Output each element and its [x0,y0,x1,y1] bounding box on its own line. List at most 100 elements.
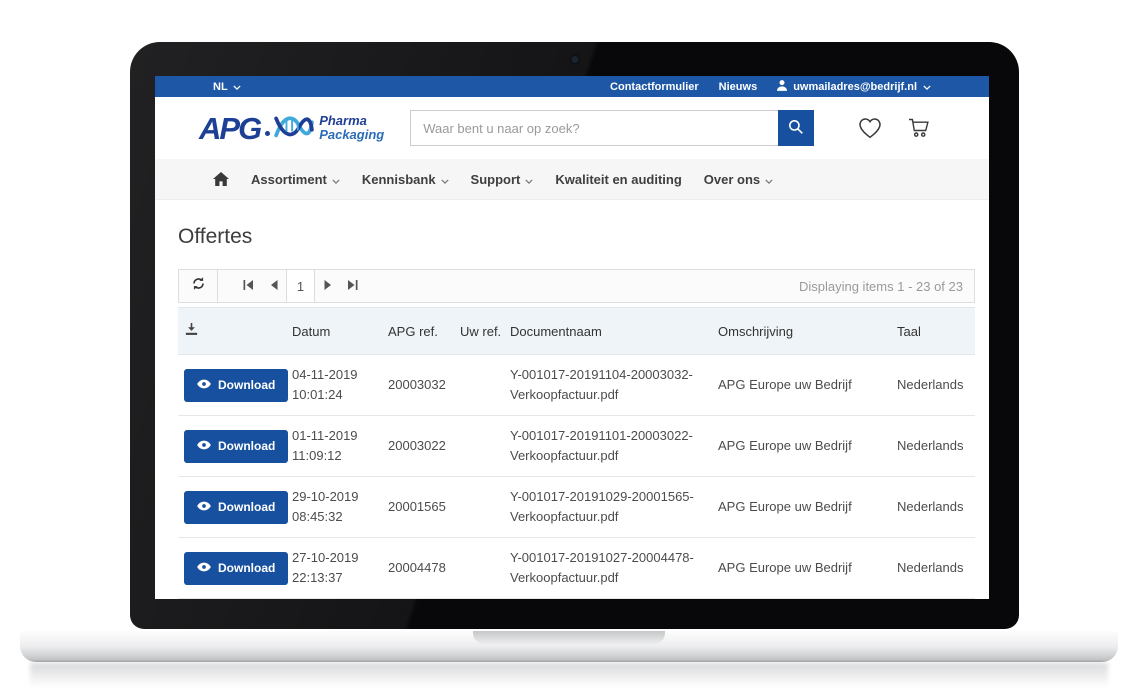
webcam-icon [571,56,578,63]
cell-datum-time: 22:13:37 [292,568,380,588]
cell-omschrijving: APG Europe uw Bedrijf [718,416,897,477]
site-header: APG Pharma Packaging [155,97,989,159]
nav-item-support[interactable]: Support [471,171,534,187]
download-button[interactable]: Download [184,369,288,402]
cell-apg-ref: 20003032 [388,355,460,416]
table-row: Download 29-10-2019 08:45:32 20001565 Y-… [178,477,975,538]
table-body: Download 04-11-2019 10:01:24 20003032 Y-… [178,355,975,599]
page-background: NL Contactformulier Nieuws uwmailadres@b… [0,0,1138,692]
main-nav-items: Assortiment Kennisbank Support Kwaliteit… [251,171,773,187]
eye-icon [197,439,211,453]
nav-item-assortiment[interactable]: Assortiment [251,171,340,187]
laptop-frame: NL Contactformulier Nieuws uwmailadres@b… [130,42,1019,629]
logo-tagline-line2: Packaging [319,127,384,142]
table-header-row: Datum APG ref. Uw ref. Documentnaam Omsc… [178,308,975,355]
last-page-button[interactable] [340,270,365,302]
documents-table: Datum APG ref. Uw ref. Documentnaam Omsc… [178,307,975,599]
cell-datum-date: 27-10-2019 [292,550,359,565]
search-button[interactable] [778,110,814,146]
dna-helix-icon [273,110,315,147]
column-header-taal: Taal [897,308,975,355]
cell-datum-date: 29-10-2019 [292,489,359,504]
nav-item-label: Kennisbank [362,172,436,187]
company-logo[interactable]: APG Pharma Packaging [199,110,384,147]
nav-item-label: Support [471,172,521,187]
refresh-icon [191,276,206,296]
table-row: Download 04-11-2019 10:01:24 20003032 Y-… [178,355,975,416]
nav-item-kwaliteit-en-auditing[interactable]: Kwaliteit en auditing [555,172,681,187]
laptop-base-notch [473,631,665,644]
main-nav: Assortiment Kennisbank Support Kwaliteit… [155,159,989,200]
cell-uw-ref [460,538,510,599]
download-button-label: Download [218,378,275,392]
topbar-link-nieuws[interactable]: Nieuws [719,81,758,93]
cell-uw-ref [460,355,510,416]
cell-uw-ref [460,477,510,538]
topbar-link-contactformulier[interactable]: Contactformulier [610,81,699,93]
cell-documentnaam: Y-001017-20191027-20004478-Verkoopfactuu… [510,538,718,599]
next-page-button[interactable] [315,270,340,302]
column-header-datum: Datum [292,308,388,355]
user-account-menu[interactable]: uwmailadres@bedrijf.nl [777,80,931,94]
cell-datum-date: 04-11-2019 [292,367,358,382]
cell-datum: 04-11-2019 10:01:24 [292,355,388,416]
nav-item-over-ons[interactable]: Over ons [704,171,773,187]
cell-datum-date: 01-11-2019 [292,428,358,443]
cell-taal: Nederlands [897,538,975,599]
refresh-button[interactable] [179,270,218,302]
eye-icon [197,500,211,514]
cell-datum: 27-10-2019 22:13:37 [292,538,388,599]
cell-omschrijving: APG Europe uw Bedrijf [718,538,897,599]
cell-datum-time: 11:09:12 [292,446,380,466]
shopping-cart-icon[interactable] [907,117,931,139]
search-icon [788,119,804,138]
laptop-screen: NL Contactformulier Nieuws uwmailadres@b… [155,76,989,599]
cell-documentnaam: Y-001017-20191101-20003022-Verkoopfactuu… [510,416,718,477]
cell-apg-ref: 20004478 [388,538,460,599]
cell-datum: 29-10-2019 08:45:32 [292,477,388,538]
first-page-icon [243,277,254,295]
table-row: Download 01-11-2019 11:09:12 20003022 Y-… [178,416,975,477]
chevron-down-icon [441,172,449,187]
main-content: Offertes [155,225,989,599]
chevron-down-icon [765,172,773,187]
user-icon [777,80,787,94]
cell-datum-time: 10:01:24 [292,385,380,405]
laptop-base [20,631,1118,662]
language-selector[interactable]: NL [213,81,241,93]
search-input[interactable] [410,110,778,146]
logo-tagline-line1: Pharma [319,113,367,128]
column-header-apg-ref: APG ref. [388,308,460,355]
nav-item-label: Over ons [704,172,760,187]
first-page-button[interactable] [236,270,261,302]
last-page-icon [347,277,358,295]
download-button-label: Download [218,561,275,575]
download-button[interactable]: Download [184,430,288,463]
download-button[interactable]: Download [184,552,288,585]
logo-dot [265,131,270,136]
column-header-uw-ref: Uw ref. [460,308,510,355]
laptop-reflection [30,663,1108,687]
cell-taal: Nederlands [897,416,975,477]
cell-omschrijving: APG Europe uw Bedrijf [718,355,897,416]
cell-uw-ref [460,416,510,477]
previous-page-button[interactable] [261,270,286,302]
search-bar [410,110,814,146]
table-row: Download 27-10-2019 22:13:37 20004478 Y-… [178,538,975,599]
chevron-down-icon [332,172,340,187]
wishlist-heart-icon[interactable] [858,117,882,139]
download-tray-icon [184,325,199,340]
cell-taal: Nederlands [897,355,975,416]
cell-datum-time: 08:45:32 [292,507,380,527]
nav-item-kennisbank[interactable]: Kennisbank [362,171,449,187]
cell-taal: Nederlands [897,477,975,538]
pager-status: Displaying items 1 - 23 of 23 [799,279,963,294]
home-icon[interactable] [213,172,229,186]
download-button[interactable]: Download [184,491,288,524]
logo-text: APG [199,113,260,144]
next-page-icon [324,277,332,295]
download-button-label: Download [218,500,275,514]
column-header-omschrijving: Omschrijving [718,308,897,355]
current-page-button[interactable]: 1 [286,270,315,302]
download-button-label: Download [218,439,275,453]
